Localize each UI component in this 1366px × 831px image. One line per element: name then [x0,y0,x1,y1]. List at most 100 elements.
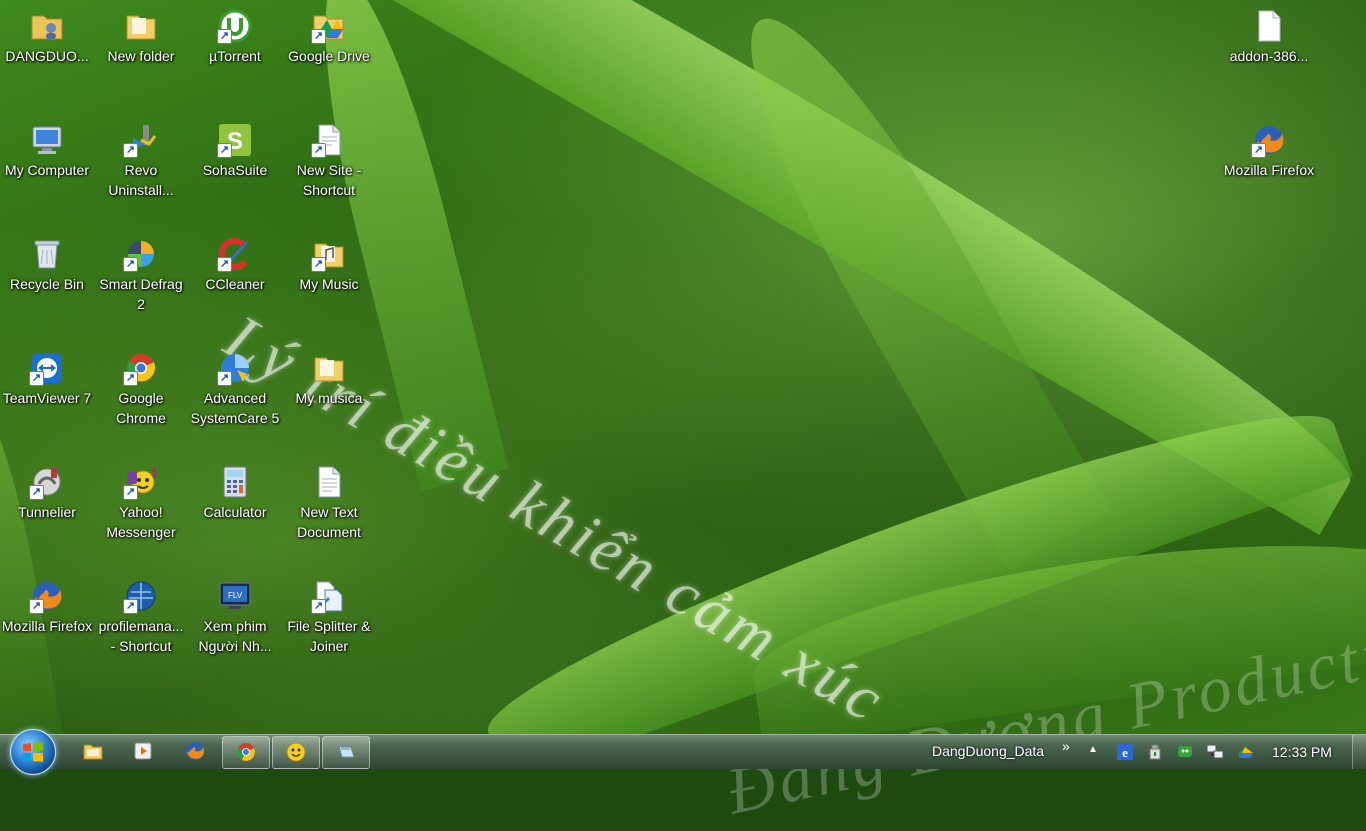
desktop-icon-new-text-document[interactable]: New Text Document [282,458,376,542]
desktop-icon-my-musica[interactable]: My musica [282,344,376,408]
desktop-icon-google-drive[interactable]: ↗ Google Drive [282,2,376,66]
flv-player-icon: FLV [217,578,253,614]
tunnelier-icon: ↗ [29,464,65,500]
taskbar-clock[interactable]: 12:33 PM [1272,744,1332,760]
yahoo-messenger-icon [286,742,306,762]
shortcut-arrow-icon: ↗ [123,143,138,158]
icon-label: Recycle Bin [10,276,84,292]
shortcut-arrow-icon: ↗ [29,371,44,386]
taskbar-media-player-button[interactable] [120,736,166,767]
show-desktop-button[interactable] [1352,735,1366,769]
icon-label: My Music [299,276,359,292]
yahoo-messenger-icon: ↗ [123,464,159,500]
taskbar: DangDuong_Data » ▲ e 12:33 PM [0,729,1366,775]
desktop-icon-addon-file[interactable]: addon-386... [1222,2,1316,66]
taskbar-yahoo-messenger-button[interactable] [272,736,320,769]
icon-label: DANGDUO... [5,48,89,64]
windows-explorer-icon [83,744,103,760]
text-document-icon [311,464,347,500]
shortcut-arrow-icon: ↗ [29,485,44,500]
media-player-icon [134,742,152,760]
taskbar-window-button[interactable] [322,736,370,769]
google-drive-folder-icon: ↗ [311,8,347,44]
shortcut-arrow-icon: ↗ [217,29,232,44]
icon-label: Calculator [203,504,267,520]
desktop-icon-firefox-right[interactable]: ↗ Mozilla Firefox [1222,116,1316,180]
desktop-icon-flv-player[interactable]: FLV Xem phim Người Nh... [188,572,282,656]
icon-label: My musica [295,390,363,406]
taskbar-chrome-button[interactable] [222,736,270,769]
desktop-icon-my-computer[interactable]: My Computer [0,116,94,180]
ccleaner-icon: ↗ [217,236,253,272]
tray-internet-icon[interactable]: e [1116,743,1134,761]
desktop-icon-revo-uninstaller[interactable]: ↗ Revo Uninstall... [94,116,188,200]
svg-text:e: e [1122,745,1128,760]
desktop-icon-new-folder[interactable]: New folder [94,2,188,66]
desktop-icon-teamviewer[interactable]: ↗ TeamViewer 7 [0,344,94,408]
icon-label: New folder [107,48,175,64]
smart-defrag-icon: ↗ [123,236,159,272]
shortcut-arrow-icon: ↗ [123,257,138,272]
shortcut-arrow-icon: ↗ [123,371,138,386]
desktop-icon-tunnelier[interactable]: ↗ Tunnelier [0,458,94,522]
icon-label: Smart Defrag 2 [99,276,183,312]
desktop-icon-utorrent[interactable]: ↗ µTorrent [188,2,282,66]
computer-icon [29,122,65,158]
desktop-icon-user-folder[interactable]: DANGDUO... [0,2,94,66]
tray-network-icon[interactable] [1206,743,1224,761]
shortcut-arrow-icon: ↗ [123,485,138,500]
shortcut-arrow-icon: ↗ [311,599,326,614]
toolbar-overflow-chevron-icon[interactable]: » [1062,738,1070,754]
desktop-icon-profile-manager[interactable]: ↗ profilemana... - Shortcut [94,572,188,656]
file-splitter-icon: ↗ [311,578,347,614]
icon-label: My Computer [4,162,90,178]
svg-text:FLV: FLV [228,591,243,600]
start-orb-icon[interactable] [10,729,56,775]
taskbar-explorer-button[interactable] [70,736,116,767]
icon-label: File Splitter & Joiner [287,618,371,654]
desktop-icon-my-music[interactable]: ↗ My Music [282,230,376,294]
desktop-icon-advanced-systemcare[interactable]: ↗ Advanced SystemCare 5 [188,344,282,428]
firefox-icon [186,742,204,760]
advanced-systemcare-icon: ↗ [217,350,253,386]
tray-google-drive-icon[interactable] [1236,743,1254,761]
desktop-icon-firefox[interactable]: ↗ Mozilla Firefox [0,572,94,636]
desktop-icon-google-chrome[interactable]: ↗ Google Chrome [94,344,188,428]
profile-manager-icon: ↗ [123,578,159,614]
icon-label: Revo Uninstall... [108,162,174,198]
file-icon [1251,8,1287,44]
tray-usb-device-icon[interactable] [1146,743,1164,761]
tray-messenger-icon[interactable] [1176,743,1194,761]
taskbar-toolbar-label[interactable]: DangDuong_Data [932,743,1044,759]
icon-label: Xem phim Người Nh... [198,618,272,654]
firefox-icon: ↗ [29,578,65,614]
desktop-icon-file-splitter[interactable]: ↗ File Splitter & Joiner [282,572,376,656]
icon-label: New Text Document [297,504,361,540]
icon-label: New Site - Shortcut [296,162,362,198]
icon-label: Google Drive [288,48,370,64]
icon-label: Advanced SystemCare 5 [190,390,280,426]
desktop-icon-yahoo-messenger[interactable]: ↗ Yahoo! Messenger [94,458,188,542]
desktop-icon-smart-defrag[interactable]: ↗ Smart Defrag 2 [94,230,188,314]
icon-label: profilemana... - Shortcut [98,618,184,654]
desktop-icon-ccleaner[interactable]: ↗ CCleaner [188,230,282,294]
shortcut-arrow-icon: ↗ [311,257,326,272]
calculator-icon [217,464,253,500]
desktop-icon-recycle-bin[interactable]: Recycle Bin [0,230,94,294]
sohasuite-icon: S ↗ [217,122,253,158]
desktop-icon-new-site-shortcut[interactable]: ↗ New Site - Shortcut [282,116,376,200]
teamviewer-icon: ↗ [29,350,65,386]
taskbar-firefox-button[interactable] [172,736,218,767]
shortcut-arrow-icon: ↗ [1251,143,1266,158]
icon-label: Mozilla Firefox [1,618,93,634]
icon-label: addon-386... [1229,48,1309,64]
desktop-icon-sohasuite[interactable]: S ↗ SohaSuite [188,116,282,180]
icon-label: SohaSuite [202,162,268,178]
icon-label: TeamViewer 7 [2,390,92,406]
shortcut-arrow-icon: ↗ [311,29,326,44]
tray-expand-icon[interactable]: ▲ [1088,744,1106,762]
desktop-icon-calculator[interactable]: Calculator [188,458,282,522]
icon-label: µTorrent [209,48,261,64]
revo-uninstaller-icon: ↗ [123,122,159,158]
chrome-icon [237,743,255,761]
